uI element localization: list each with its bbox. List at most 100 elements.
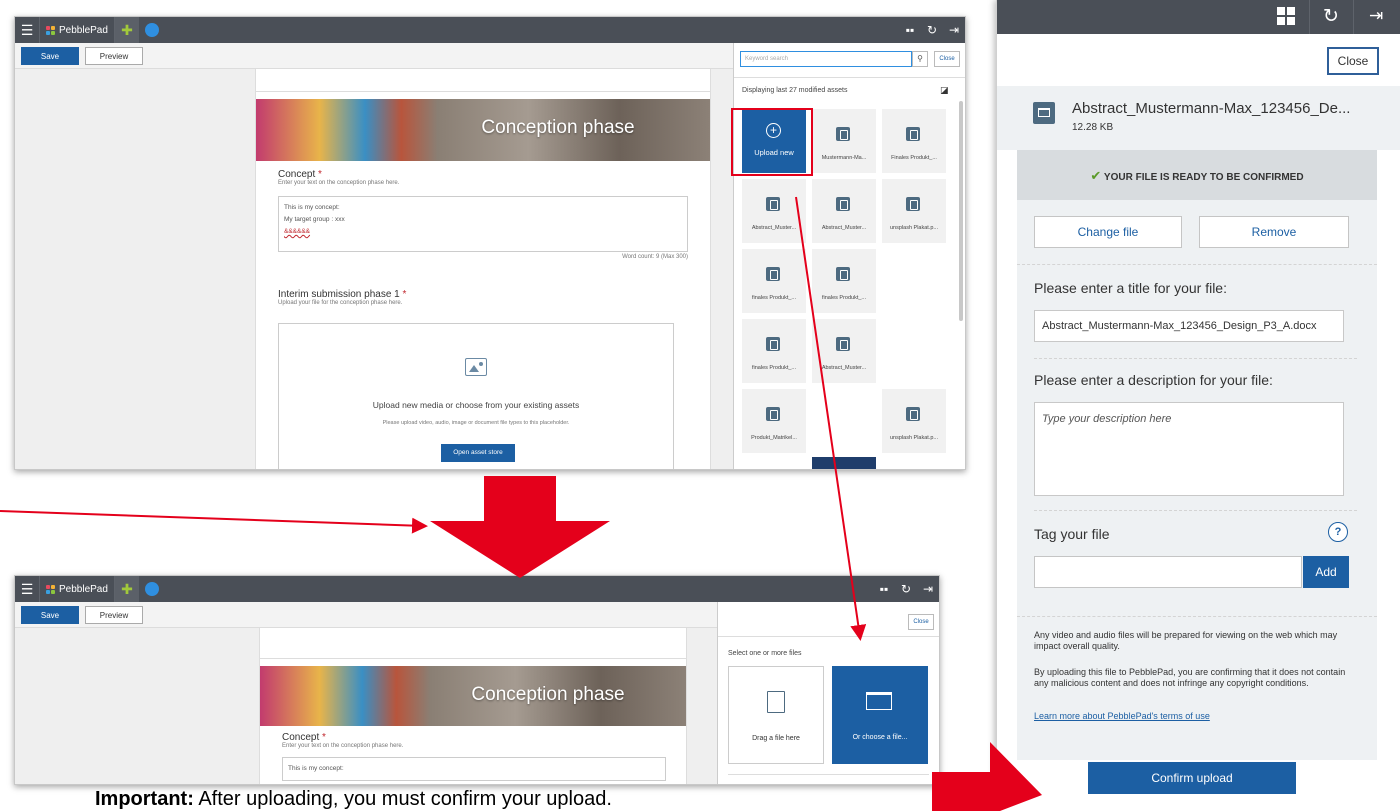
folder-icon — [866, 692, 892, 710]
brand-name: PebblePad — [59, 24, 108, 36]
grid-icon[interactable] — [1277, 7, 1295, 25]
menu-icon[interactable]: ☰ — [15, 22, 39, 39]
concept-line: This is my concept: — [284, 204, 340, 211]
asset-tile[interactable]: Produkt_Matrikel... — [742, 389, 806, 453]
title-input[interactable]: Abstract_Mustermann-Max_123456_Design_P3… — [1034, 310, 1344, 342]
confirm-form: Change file Remove Please enter a title … — [1017, 200, 1377, 760]
keyword-search-input[interactable]: Keyword search — [740, 51, 912, 67]
banner-title: Conception phase — [471, 684, 625, 705]
page-banner: Conception phase — [260, 666, 686, 726]
concept-hint: Enter your text on the conception phase … — [278, 180, 400, 186]
interim-title: Interim submission phase 1 — [278, 289, 400, 300]
open-asset-store-button[interactable]: Open asset store — [441, 444, 515, 462]
screenshot-asset-store: ☰ PebblePad ✚ ▪▪ ↻ ⇥ Save Preview Concep… — [14, 16, 966, 470]
concept-textarea[interactable]: This is my concept: My target group : xx… — [278, 196, 688, 252]
screenshot-select-files: ☰ PebblePad ✚ ▪▪ ↻ ⇥ Save Preview Concep… — [14, 575, 940, 785]
caption: Important: After uploading, you must con… — [95, 788, 612, 811]
menu-icon[interactable]: ☰ — [15, 581, 39, 598]
caption-bold: Important: — [95, 788, 194, 810]
concept-title: Concept — [282, 732, 320, 743]
title-label: Please enter a title for your file: — [1034, 280, 1227, 296]
person-icon[interactable]: ✚ — [114, 576, 139, 602]
person-icon[interactable]: ✚ — [114, 17, 139, 43]
upload-text: Upload new media or choose from your exi… — [372, 400, 580, 410]
globe-icon[interactable] — [144, 582, 159, 596]
file-size: 12.28 KB — [1072, 122, 1114, 133]
tag-input[interactable] — [1034, 556, 1302, 588]
document-icon — [836, 197, 850, 211]
file-icon — [1033, 102, 1055, 124]
logout-icon[interactable]: ⇥ — [917, 582, 939, 596]
globe-icon[interactable] — [144, 23, 159, 37]
logout-icon[interactable]: ⇥ — [943, 23, 965, 37]
down-arrow — [430, 476, 610, 578]
asset-tile[interactable]: Finales Produkt_... — [882, 109, 946, 173]
stack-icon[interactable]: ◪ — [940, 85, 949, 96]
document-icon — [836, 127, 850, 141]
preview-button[interactable]: Preview — [85, 47, 143, 65]
asset-tile[interactable]: unsplash Plakat.p... — [882, 179, 946, 243]
change-file-button[interactable]: Change file — [1034, 216, 1182, 248]
remove-button[interactable]: Remove — [1199, 216, 1349, 248]
upload-placeholder[interactable]: Upload new media or choose from your exi… — [278, 323, 674, 469]
grid-icon[interactable]: ▪▪ — [873, 582, 895, 596]
preview-button[interactable]: Preview — [85, 606, 143, 624]
asset-tile[interactable]: finales Produkt_... — [812, 249, 876, 313]
asset-tile[interactable]: Abstract_Muster... — [812, 179, 876, 243]
history-icon[interactable]: ↻ — [895, 582, 917, 596]
concept-line: My target group : xxx — [284, 216, 345, 223]
required-mark: * — [322, 732, 326, 743]
page: Conception phase Concept * Enter your te… — [259, 628, 687, 784]
file-drop-icon — [767, 691, 785, 713]
banner-title: Conception phase — [481, 117, 635, 138]
asset-tile[interactable]: unsplash Plakat.p... — [882, 389, 946, 453]
close-button[interactable]: Close — [934, 51, 960, 67]
select-files-panel: Close Select one or more files Drag a fi… — [717, 602, 939, 784]
logout-icon[interactable]: ⇥ — [1369, 6, 1383, 26]
brand-logo[interactable]: PebblePad — [39, 17, 115, 43]
top-bar: ↻ ⇥ — [997, 0, 1400, 34]
description-textarea[interactable]: Type your description here — [1034, 402, 1344, 496]
brand-name: PebblePad — [59, 583, 108, 595]
pebblepad-logo-icon — [46, 584, 55, 594]
concept-hint: Enter your text on the conception phase … — [282, 743, 404, 749]
save-button[interactable]: Save — [21, 47, 79, 65]
asset-tile[interactable]: finales Produkt_... — [742, 249, 806, 313]
concept-textarea[interactable]: This is my concept: — [282, 757, 666, 781]
highlight-box — [731, 108, 813, 176]
screenshot-confirm-upload: ↻ ⇥ Close Abstract_Mustermann-Max_123456… — [996, 0, 1400, 811]
asset-tile[interactable]: Abstract_Muster... — [812, 319, 876, 383]
top-bar: ☰ PebblePad ✚ ▪▪ ↻ ⇥ — [15, 17, 965, 43]
asset-tile[interactable]: Abstract_Muster... — [742, 179, 806, 243]
document-icon — [836, 267, 850, 281]
choose-file-button[interactable]: Or choose a file... — [832, 666, 928, 764]
asset-tile[interactable]: Mustermann-Ma... — [812, 109, 876, 173]
checkmark-icon: ✔ — [1090, 168, 1102, 183]
file-name: Abstract_Mustermann-Max_123456_De... — [1072, 100, 1351, 117]
history-icon[interactable]: ↻ — [921, 23, 943, 37]
choose-label: Or choose a file... — [852, 734, 908, 741]
scrollbar[interactable] — [959, 101, 963, 321]
document-icon — [906, 127, 920, 141]
add-tag-button[interactable]: Add — [1303, 556, 1349, 588]
grid-icon[interactable]: ▪▪ — [899, 23, 921, 37]
asset-tile[interactable]: finales Produkt_... — [742, 319, 806, 383]
image-placeholder-icon — [465, 358, 487, 376]
page-banner: Conception phase — [256, 99, 710, 161]
close-button[interactable]: Close — [1327, 47, 1379, 75]
document-icon — [836, 337, 850, 351]
asset-store-panel: Keyword search ⚲ Close Displaying last 2… — [733, 43, 965, 469]
terms-link[interactable]: Learn more about PebblePad's terms of us… — [1034, 711, 1210, 721]
close-button[interactable]: Close — [908, 614, 934, 630]
confirm-upload-button[interactable]: Confirm upload — [1088, 762, 1296, 794]
upload-hint: Please upload video, audio, image or doc… — [382, 420, 570, 426]
asset-thumbnail[interactable] — [812, 457, 876, 469]
drag-drop-zone[interactable]: Drag a file here — [728, 666, 824, 764]
save-button[interactable]: Save — [21, 606, 79, 624]
search-icon[interactable]: ⚲ — [912, 51, 928, 67]
top-bar: ☰ PebblePad ✚ ▪▪ ↻ ⇥ — [15, 576, 939, 602]
help-icon[interactable]: ? — [1328, 522, 1348, 542]
history-icon[interactable]: ↻ — [1323, 5, 1339, 28]
required-mark: * — [318, 169, 322, 180]
brand-logo[interactable]: PebblePad — [39, 576, 115, 602]
